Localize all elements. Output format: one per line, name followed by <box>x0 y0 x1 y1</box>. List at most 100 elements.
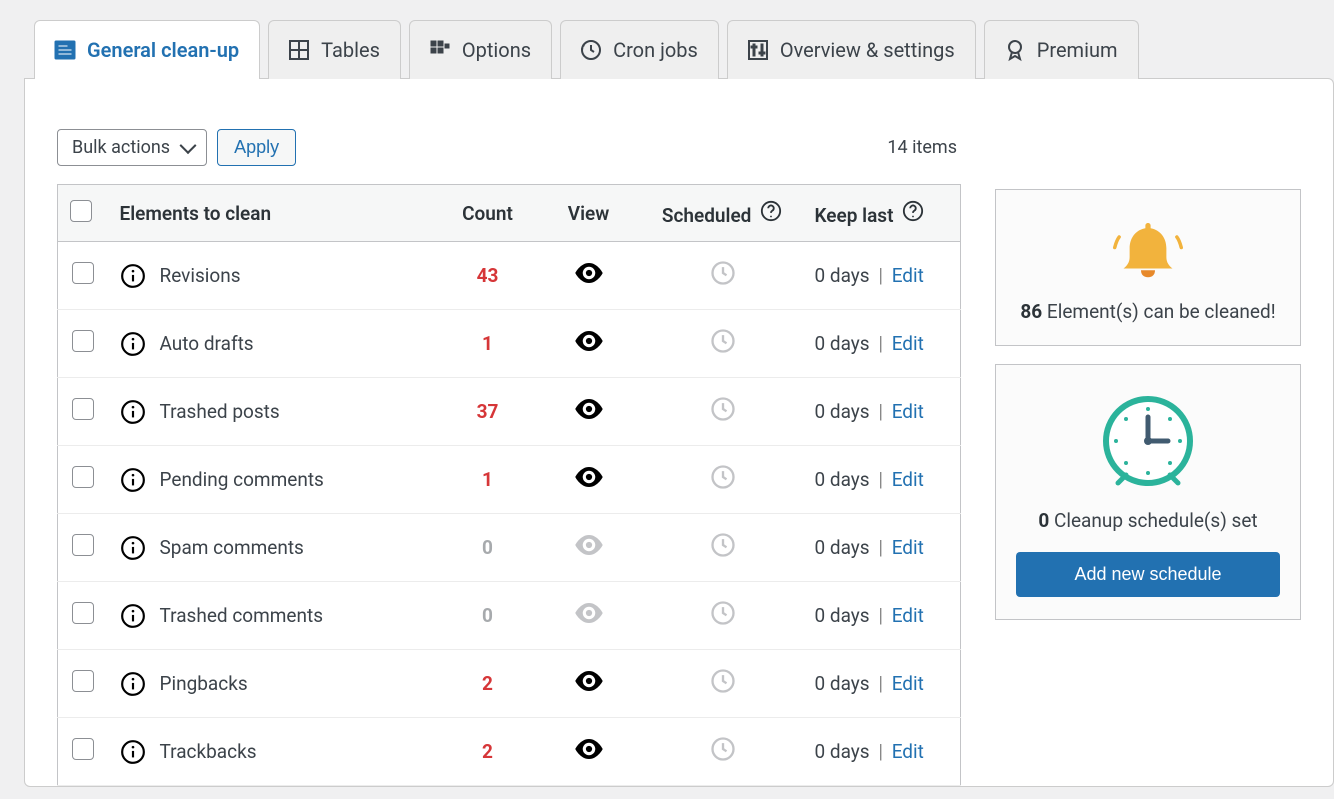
count-cell: 2 <box>441 718 535 786</box>
cleanup-summary-text: 86 Element(s) can be cleaned! <box>1014 300 1282 323</box>
table-row: Revisions 43 0 days | Edit <box>58 242 961 310</box>
info-icon[interactable] <box>120 603 146 629</box>
count-cell: 2 <box>441 650 535 718</box>
bulk-actions-select[interactable]: Bulk actions <box>57 129 207 166</box>
tab-general-cleanup[interactable]: General clean-up <box>34 20 260 79</box>
edit-link[interactable]: Edit <box>892 740 924 763</box>
info-icon[interactable] <box>120 739 146 765</box>
row-checkbox[interactable] <box>72 670 94 692</box>
cleanup-count: 86 <box>1020 300 1042 323</box>
separator: | <box>874 672 888 695</box>
edit-link[interactable]: Edit <box>892 604 924 627</box>
element-name: Revisions <box>160 264 241 287</box>
keep-value: 0 days <box>815 740 870 763</box>
tab-label: General clean-up <box>87 38 239 62</box>
history-icon <box>579 38 603 62</box>
row-checkbox[interactable] <box>72 602 94 624</box>
edit-link[interactable]: Edit <box>892 536 924 559</box>
tab-cron-jobs[interactable]: Cron jobs <box>560 20 719 79</box>
row-checkbox[interactable] <box>72 262 94 284</box>
tab-label: Premium <box>1037 38 1118 62</box>
separator: | <box>874 264 888 287</box>
apply-button[interactable]: Apply <box>217 129 296 166</box>
count-cell: 1 <box>441 310 535 378</box>
keep-value: 0 days <box>815 264 870 287</box>
info-icon[interactable] <box>120 467 146 493</box>
info-icon[interactable] <box>120 399 146 425</box>
separator: | <box>874 400 888 423</box>
edit-link[interactable]: Edit <box>892 264 924 287</box>
main-content: Bulk actions Apply 14 items Elements to … <box>57 129 961 786</box>
table-row: Trashed posts370 days | Edit <box>58 378 961 446</box>
count-cell: 37 <box>441 378 535 446</box>
keep-value: 0 days <box>815 332 870 355</box>
view-icon[interactable] <box>574 674 604 697</box>
count-cell: 0 <box>441 582 535 650</box>
element-name: Auto drafts <box>160 332 254 355</box>
row-checkbox[interactable] <box>72 466 94 488</box>
tab-label: Overview & settings <box>780 38 955 62</box>
scheduled-icon <box>709 609 737 632</box>
count-cell: 0 <box>441 514 535 582</box>
tab-label: Options <box>462 38 531 62</box>
column-header-scheduled[interactable]: Scheduled <box>643 185 803 242</box>
tab-premium[interactable]: Premium <box>984 20 1139 79</box>
count-cell: 1 <box>441 446 535 514</box>
tab-options[interactable]: Options <box>409 20 552 79</box>
tab-tables[interactable]: Tables <box>268 20 401 79</box>
schedule-count: 0 <box>1038 509 1049 532</box>
view-icon[interactable] <box>574 402 604 425</box>
column-header-keep-last[interactable]: Keep last <box>803 185 961 242</box>
help-icon[interactable] <box>759 199 783 223</box>
sidebar: 86 Element(s) can be cleaned! <box>995 129 1301 620</box>
sliders-icon <box>746 38 770 62</box>
tab-bar: General clean-up Tables Options Cron job… <box>24 20 1334 79</box>
select-all-checkbox[interactable] <box>70 200 92 222</box>
cleanup-table: Elements to clean Count View Scheduled K… <box>57 184 961 786</box>
view-icon[interactable] <box>574 266 604 289</box>
tab-panel: Bulk actions Apply 14 items Elements to … <box>24 78 1334 787</box>
view-icon[interactable] <box>574 470 604 493</box>
element-name: Trashed posts <box>160 400 280 423</box>
count-cell: 43 <box>441 242 535 310</box>
award-icon <box>1003 38 1027 62</box>
view-icon[interactable] <box>574 742 604 765</box>
add-schedule-button[interactable]: Add new schedule <box>1016 552 1280 597</box>
grid-icon <box>428 38 452 62</box>
scheduled-icon <box>709 405 737 428</box>
table-row: Spam comments00 days | Edit <box>58 514 961 582</box>
scheduled-icon <box>709 337 737 360</box>
schedule-text: Cleanup schedule(s) set <box>1049 509 1257 532</box>
separator: | <box>874 604 888 627</box>
edit-link[interactable]: Edit <box>892 672 924 695</box>
schedule-summary-text: 0 Cleanup schedule(s) set <box>1014 509 1282 532</box>
table-row: Trackbacks 2 0 days | Edit <box>58 718 961 786</box>
separator: | <box>874 536 888 559</box>
items-count: 14 items <box>887 137 961 158</box>
info-icon[interactable] <box>120 331 146 357</box>
tab-label: Tables <box>321 38 380 62</box>
view-icon <box>574 606 604 629</box>
column-header-count[interactable]: Count <box>441 185 535 242</box>
help-icon[interactable] <box>901 199 925 223</box>
row-checkbox[interactable] <box>72 534 94 556</box>
view-icon[interactable] <box>574 334 604 357</box>
scheduled-icon <box>709 473 737 496</box>
row-checkbox[interactable] <box>72 330 94 352</box>
edit-link[interactable]: Edit <box>892 468 924 491</box>
tab-overview-settings[interactable]: Overview & settings <box>727 20 976 79</box>
column-header-view[interactable]: View <box>535 185 643 242</box>
info-icon[interactable] <box>120 535 146 561</box>
element-name: Trackbacks <box>160 740 257 763</box>
scheduled-icon <box>709 677 737 700</box>
info-icon[interactable] <box>120 263 146 289</box>
info-icon[interactable] <box>120 671 146 697</box>
keep-value: 0 days <box>815 672 870 695</box>
row-checkbox[interactable] <box>72 738 94 760</box>
cleanup-text: Element(s) can be cleaned! <box>1042 300 1275 323</box>
row-checkbox[interactable] <box>72 398 94 420</box>
column-header-elements[interactable]: Elements to clean <box>108 185 441 242</box>
edit-link[interactable]: Edit <box>892 332 924 355</box>
edit-link[interactable]: Edit <box>892 400 924 423</box>
separator: | <box>874 740 888 763</box>
